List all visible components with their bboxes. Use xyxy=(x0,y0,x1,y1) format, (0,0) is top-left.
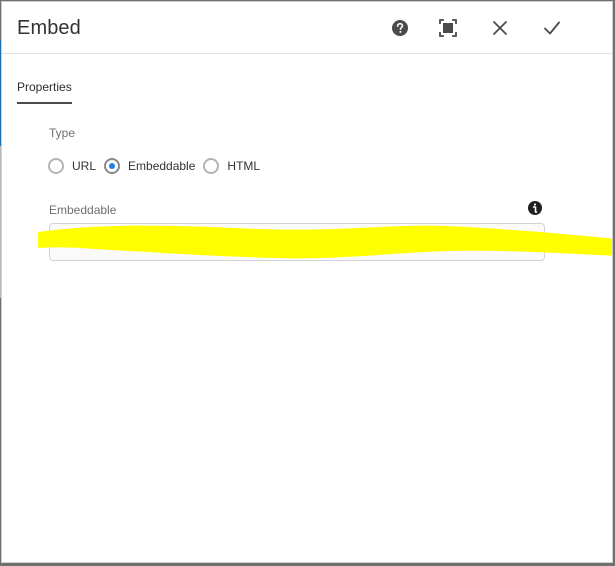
chevron-down-icon xyxy=(523,239,533,245)
fullscreen-icon xyxy=(439,19,457,37)
embeddable-label: Embeddable xyxy=(49,203,117,217)
done-button[interactable] xyxy=(540,16,564,40)
radio-url-label: URL xyxy=(72,159,97,173)
radio-embeddable-label: Embeddable xyxy=(128,159,196,173)
radio-embeddable-circle[interactable] xyxy=(104,158,121,174)
dialog-title: Embed xyxy=(17,17,81,39)
tab-properties[interactable]: Properties xyxy=(17,80,72,104)
close-icon xyxy=(493,21,507,35)
type-label: Type xyxy=(49,126,76,140)
help-icon xyxy=(392,20,408,36)
radio-url-circle[interactable] xyxy=(48,158,64,174)
embed-dialog: Embed Properties Type URL Embeddable HTM… xyxy=(2,2,612,562)
dialog-header: Embed xyxy=(2,2,612,54)
radio-embeddable[interactable]: Embeddable xyxy=(104,158,195,174)
radio-url[interactable]: URL xyxy=(48,158,96,174)
help-button[interactable] xyxy=(388,16,412,40)
embeddable-select[interactable] xyxy=(49,223,545,261)
type-radio-group: URL Embeddable HTML xyxy=(48,156,268,176)
check-icon xyxy=(544,21,560,35)
tab-list: Properties xyxy=(17,78,72,106)
close-button[interactable] xyxy=(488,16,512,40)
fullscreen-button[interactable] xyxy=(436,16,460,40)
radio-html-label: HTML xyxy=(227,159,261,173)
radio-html[interactable]: HTML xyxy=(203,158,260,174)
app-background: Embed Properties Type URL Embeddable HTM… xyxy=(0,0,615,566)
radio-html-circle[interactable] xyxy=(203,158,220,174)
info-icon[interactable] xyxy=(527,200,543,216)
